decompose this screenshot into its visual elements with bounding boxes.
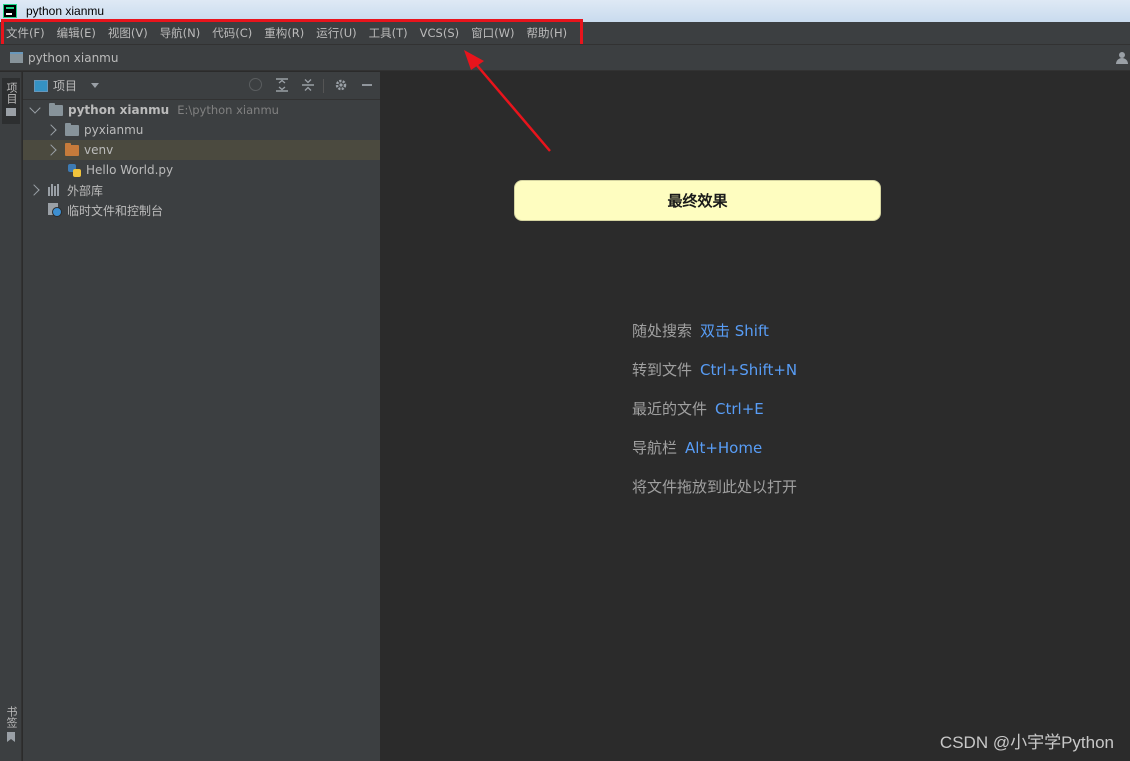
project-tool-label: 项目 — [5, 82, 18, 104]
venv-folder-label: venv — [84, 143, 114, 157]
root-folder-label: python xianmu — [68, 103, 170, 117]
menu-run[interactable]: 运行(U) — [310, 25, 362, 41]
external-libraries-label: 外部库 — [67, 183, 104, 198]
menu-bar: 文件(F) 编辑(E) 视图(V) 导航(N) 代码(C) 重构(R) 运行(U… — [0, 22, 1130, 44]
scratches-label: 临时文件和控制台 — [67, 203, 164, 218]
hint-shortcut: Ctrl+Shift+N — [700, 361, 798, 379]
chevron-down-icon[interactable] — [29, 102, 41, 114]
editor-area[interactable]: 最终效果 随处搜索 双击 Shift 转到文件 Ctrl+Shift+N 最近的文件… — [382, 72, 1130, 761]
hint-go-to-file: 转到文件 Ctrl+Shift+N — [632, 359, 797, 380]
bookmark-icon — [7, 732, 15, 742]
menu-vcs[interactable]: VCS(S) — [414, 26, 465, 40]
left-tool-strip: 项目 书签 — [0, 72, 22, 761]
pycharm-app-icon — [3, 4, 17, 18]
menu-edit[interactable]: 编辑(E) — [51, 25, 102, 41]
folder-icon — [49, 102, 63, 116]
chevron-right-icon[interactable] — [45, 144, 57, 156]
chevron-right-icon[interactable] — [45, 124, 57, 136]
locate-icon[interactable] — [249, 78, 262, 91]
tree-row-venv[interactable]: venv — [23, 140, 380, 160]
final-effect-callout: 最终效果 — [514, 180, 881, 221]
venv-folder-icon — [65, 142, 79, 156]
folder-icon — [6, 108, 16, 116]
hint-shortcut: 双击 Shift — [700, 322, 769, 340]
bookmarks-tool-label: 书签 — [5, 706, 18, 728]
bookmarks-tool-tab[interactable]: 书签 — [2, 702, 20, 746]
window-title: python xianmu — [26, 4, 105, 18]
menu-window[interactable]: 窗口(W) — [465, 25, 520, 41]
tree-row-scratches[interactable]: 临时文件和控制台 — [23, 200, 380, 220]
hint-drop-files: 将文件拖放到此处以打开 — [632, 476, 797, 497]
breadcrumb[interactable]: python xianmu — [28, 51, 118, 65]
pyxianmu-folder-label: pyxianmu — [84, 123, 144, 137]
title-bar: python xianmu — [0, 0, 1130, 22]
menu-view[interactable]: 视图(V) — [102, 25, 154, 41]
project-tool-tab[interactable]: 项目 — [2, 78, 20, 124]
tree-row-hello-world[interactable]: Hello World.py — [23, 160, 380, 180]
tree-row-root[interactable]: python xianmu E:\python xianmu — [23, 100, 380, 120]
root-folder-path: E:\python xianmu — [177, 103, 279, 117]
project-panel-header: 项目 — [23, 72, 380, 100]
chevron-right-icon[interactable] — [28, 184, 40, 196]
scratch-console-icon — [48, 203, 62, 217]
gear-icon[interactable] — [334, 78, 348, 92]
menu-file[interactable]: 文件(F) — [0, 25, 51, 41]
hint-navigation-bar: 导航栏 Alt+Home — [632, 437, 762, 458]
expand-all-icon[interactable] — [275, 78, 289, 92]
user-icon[interactable] — [1116, 52, 1128, 64]
hint-label: 将文件拖放到此处以打开 — [632, 478, 798, 496]
menu-code[interactable]: 代码(C) — [206, 25, 258, 41]
chevron-down-icon[interactable] — [91, 83, 100, 88]
project-tree: python xianmu E:\python xianmu pyxianmu … — [23, 100, 380, 220]
tree-row-external-libraries[interactable]: 外部库 — [23, 180, 380, 200]
hint-label: 随处搜索 — [632, 322, 693, 340]
project-view-icon — [34, 79, 48, 92]
collapse-all-icon[interactable] — [301, 78, 315, 92]
hint-label: 导航栏 — [632, 439, 678, 457]
hint-shortcut: Ctrl+E — [715, 400, 764, 418]
menu-tools[interactable]: 工具(T) — [363, 25, 414, 41]
hint-search-everywhere: 随处搜索 双击 Shift — [632, 320, 769, 341]
project-panel: 项目 python xianmu E:\python xianmu pyxian… — [23, 72, 381, 761]
menu-navigate[interactable]: 导航(N) — [154, 25, 207, 41]
hint-label: 最近的文件 — [632, 400, 708, 418]
project-folder-icon — [10, 52, 23, 63]
hint-recent-files: 最近的文件 Ctrl+E — [632, 398, 764, 419]
project-panel-title[interactable]: 项目 — [53, 77, 77, 94]
hello-world-file-label: Hello World.py — [86, 163, 174, 177]
csdn-watermark: CSDN @小宇学Python — [939, 733, 1114, 752]
library-icon — [48, 184, 62, 196]
minimize-icon[interactable] — [360, 78, 374, 92]
python-file-icon — [68, 163, 81, 177]
hint-shortcut: Alt+Home — [685, 439, 763, 457]
menu-help[interactable]: 帮助(H) — [520, 25, 573, 41]
hint-label: 转到文件 — [632, 361, 693, 379]
folder-icon — [65, 122, 79, 136]
header-divider — [323, 79, 324, 93]
navigation-bar: python xianmu — [0, 44, 1130, 71]
menu-refactor[interactable]: 重构(R) — [258, 25, 310, 41]
tree-row-pyxianmu[interactable]: pyxianmu — [23, 120, 380, 140]
